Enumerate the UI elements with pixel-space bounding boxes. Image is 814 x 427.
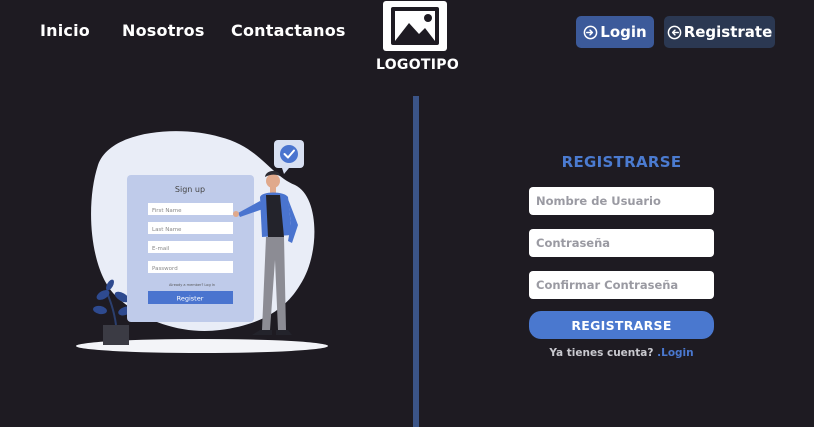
- header-login-button[interactable]: Login: [576, 16, 654, 48]
- header-login-label: Login: [600, 23, 647, 41]
- illus-register-button: Register: [177, 295, 204, 303]
- nav-link-contactanos[interactable]: Contactanos: [231, 21, 346, 40]
- illus-field-2: E-mail: [152, 246, 170, 252]
- nav-link-inicio[interactable]: Inicio: [40, 21, 90, 40]
- header-register-label: Registrate: [683, 23, 773, 41]
- header-register-button[interactable]: Registrate: [664, 16, 775, 48]
- login-link[interactable]: .Login: [657, 347, 693, 359]
- have-account-label: Ya tienes cuenta?: [549, 347, 658, 359]
- logo-text: LOGOTIPO: [376, 57, 460, 73]
- illus-field-3: Password: [152, 266, 178, 272]
- vertical-divider: [413, 96, 419, 427]
- sign-out-icon: [667, 25, 682, 39]
- signup-illustration: Sign up First Name Last Name E-mail Pass…: [76, 131, 328, 353]
- form-title: REGISTRARSE: [561, 153, 682, 171]
- confirm-password-input[interactable]: [529, 271, 714, 299]
- nav-link-nosotros[interactable]: Nosotros: [122, 21, 205, 40]
- register-submit-button[interactable]: REGISTRARSE: [529, 311, 714, 339]
- password-input[interactable]: [529, 229, 714, 257]
- illus-field-1: Last Name: [152, 227, 182, 233]
- illus-card-title: Sign up: [175, 185, 205, 194]
- sign-in-icon: [583, 25, 598, 39]
- illus-field-0: First Name: [152, 208, 182, 214]
- illus-small-text: Already a member? Log In: [169, 283, 215, 287]
- username-input[interactable]: [529, 187, 714, 215]
- logo-image-icon[interactable]: [383, 1, 447, 51]
- have-account-text: Ya tienes cuenta? .Login: [529, 347, 714, 359]
